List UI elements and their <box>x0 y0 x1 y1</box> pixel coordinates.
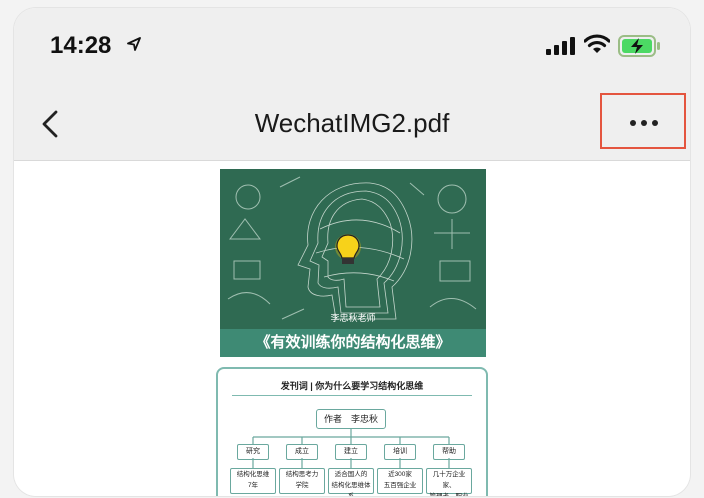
mindmap-card: 发刊词 | 你为什么要学习结构化思维 作者 李忠秋 研究 成立 建立 培训 帮助 <box>216 367 488 496</box>
cover-author-label: 李忠秋老师 <box>330 313 376 323</box>
branch-node-5: 帮助 <box>433 444 465 460</box>
status-time: 14:28 <box>50 32 112 59</box>
document-title: WechatIMG2.pdf <box>254 108 450 138</box>
more-options-button[interactable] <box>600 93 686 149</box>
leaf-node-5: 几十万企业家、 管理者、职业人 <box>426 468 472 496</box>
navigation-bar: WechatIMG2.pdf <box>14 86 690 161</box>
head-silhouette-illustration <box>227 176 477 320</box>
leaf-node-2: 结构思考力 学院 <box>279 468 325 494</box>
book-cover-image: 李忠秋老师 <box>220 169 486 329</box>
leaf-node-3: 适合国人的 结构化思维体系 <box>328 468 374 496</box>
book-title-banner: 《有效训练你的结构化思维》 <box>220 329 486 357</box>
cellular-signal-icon <box>546 37 575 55</box>
location-arrow-icon <box>127 37 141 51</box>
leaf-node-4: 近300家 五百强企业 <box>377 468 423 494</box>
leaf-node-1: 结构化思维 7年 <box>230 468 276 494</box>
ellipsis-icon <box>630 120 658 126</box>
pdf-viewer[interactable]: 李忠秋老师 《有效训练你的结构化思维》 发刊词 | 你为什么要学习结构化思维 作… <box>14 161 690 496</box>
branch-node-2: 成立 <box>286 444 318 460</box>
branch-node-1: 研究 <box>237 444 269 460</box>
battery-charging-icon <box>618 35 660 57</box>
branch-node-4: 培训 <box>384 444 416 460</box>
pdf-page: 李忠秋老师 《有效训练你的结构化思维》 发刊词 | 你为什么要学习结构化思维 作… <box>216 161 488 496</box>
branch-node-3: 建立 <box>335 444 367 460</box>
status-bar: 14:28 <box>14 8 690 86</box>
phone-screen: 14:28 WechatIMG2.pdf 李忠秋老师 《有效训练你的结构化思维》… <box>14 8 690 496</box>
wifi-icon <box>584 34 610 53</box>
mindmap-root-node: 作者 李忠秋 <box>316 409 386 429</box>
